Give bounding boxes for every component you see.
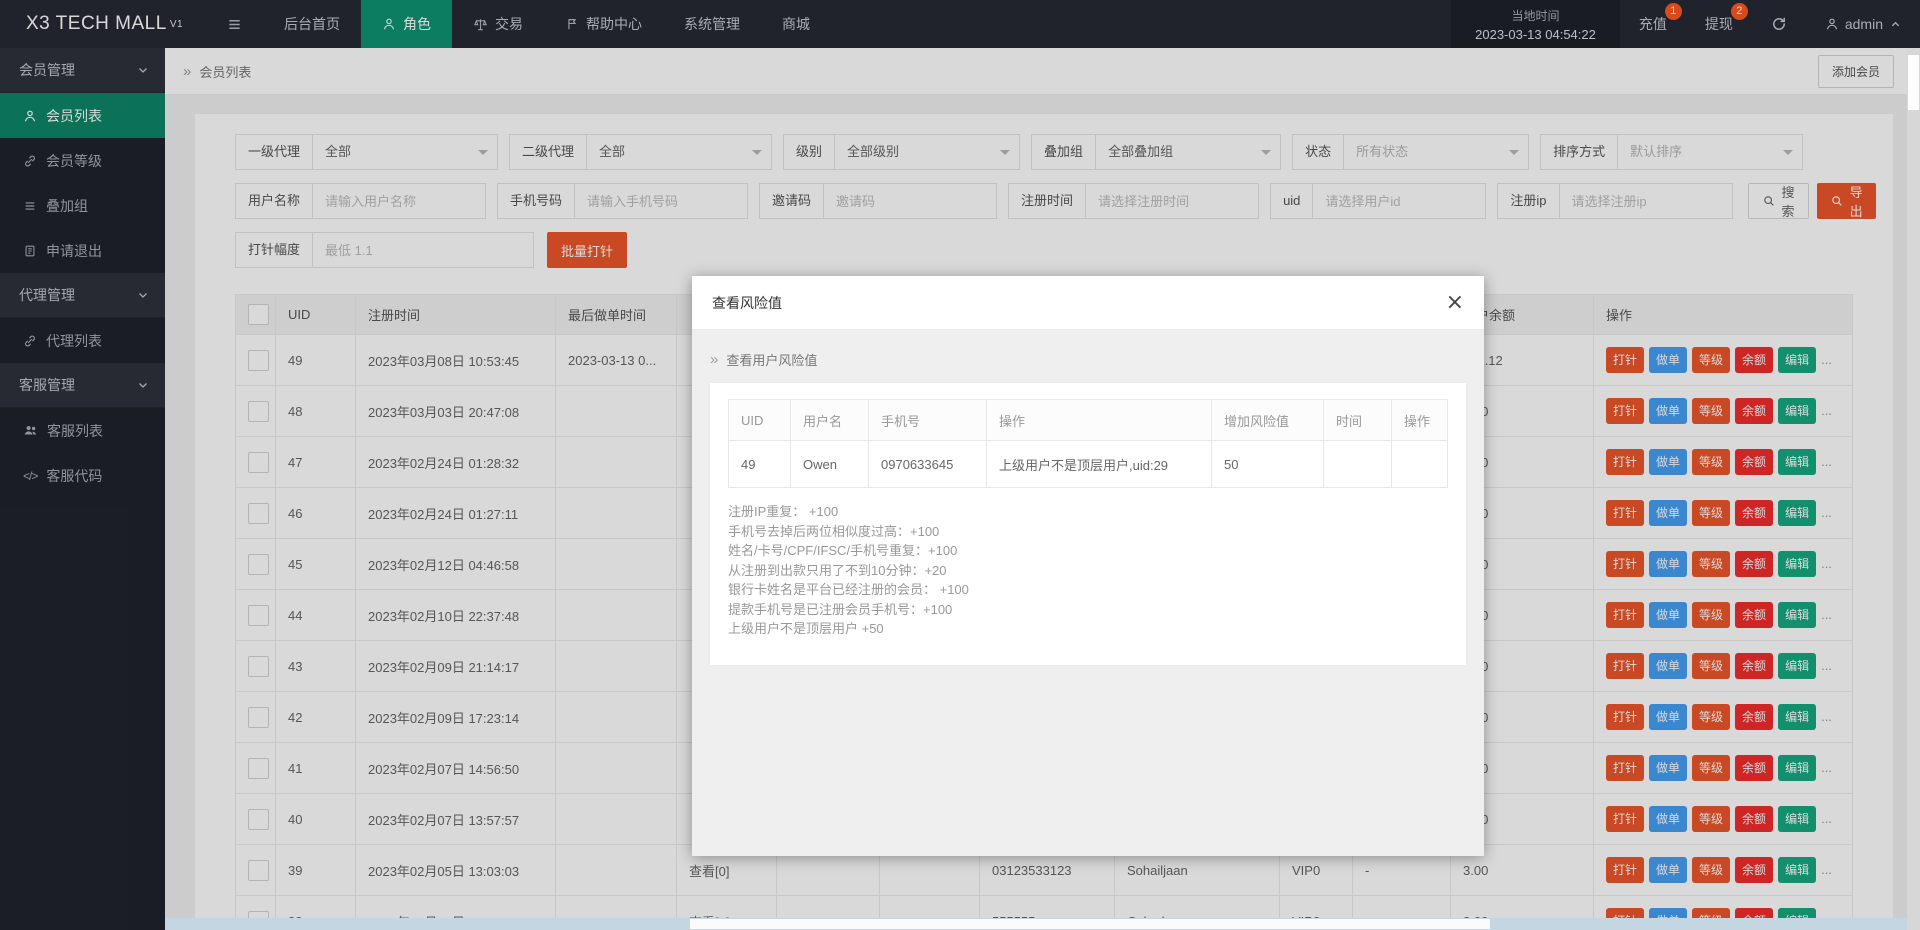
risk-table: UID 用户名 手机号 操作 增加风险值 时间 操作 49 Owen 09706… [728,399,1448,488]
risk-rule: 上级用户不是顶层用户 +50 [728,619,1448,639]
close-icon[interactable]: × [1446,293,1464,313]
vertical-scrollbar-thumb[interactable] [1908,55,1919,110]
risk-rule: 从注册到出款只用了不到10分钟：+20 [728,561,1448,581]
risk-value: 50 [1212,441,1324,488]
risk-rule: 姓名/卡号/CPF/IFSC/手机号重复：+100 [728,541,1448,561]
risk-modal: 查看风险值 × » 查看用户风险值 UID 用户名 手机号 操作 增加风险值 时… [692,276,1484,856]
risk-phone: 0970633645 [869,441,987,488]
risk-table-header-row: UID 用户名 手机号 操作 增加风险值 时间 操作 [729,400,1448,441]
modal-header: 查看风险值 × [692,276,1484,330]
horizontal-scrollbar [165,918,1907,930]
vertical-scrollbar [1907,48,1920,930]
modal-panel: UID 用户名 手机号 操作 增加风险值 时间 操作 49 Owen 09706… [710,383,1466,665]
risk-op2 [1392,441,1448,488]
risk-rule: 手机号去掉后两位相似度过高：+100 [728,522,1448,542]
risk-username: Owen [791,441,869,488]
risk-rule: 注册IP重复： +100 [728,502,1448,522]
modal-breadcrumb: » 查看用户风险值 [692,330,1484,383]
risk-op: 上级用户不是顶层用户,uid:29 [987,441,1212,488]
horizontal-scrollbar-thumb[interactable] [690,919,1490,929]
risk-time [1324,441,1392,488]
risk-rules: 注册IP重复： +100 手机号去掉后两位相似度过高：+100 姓名/卡号/CP… [728,502,1448,639]
risk-uid: 49 [729,441,791,488]
double-chevron-icon: » [710,351,718,368]
risk-table-row: 49 Owen 0970633645 上级用户不是顶层用户,uid:29 50 [729,441,1448,488]
risk-rule: 提款手机号是已注册会员手机号：+100 [728,600,1448,620]
modal-title: 查看风险值 [712,293,782,313]
risk-rule: 银行卡姓名是平台已经注册的会员： +100 [728,580,1448,600]
